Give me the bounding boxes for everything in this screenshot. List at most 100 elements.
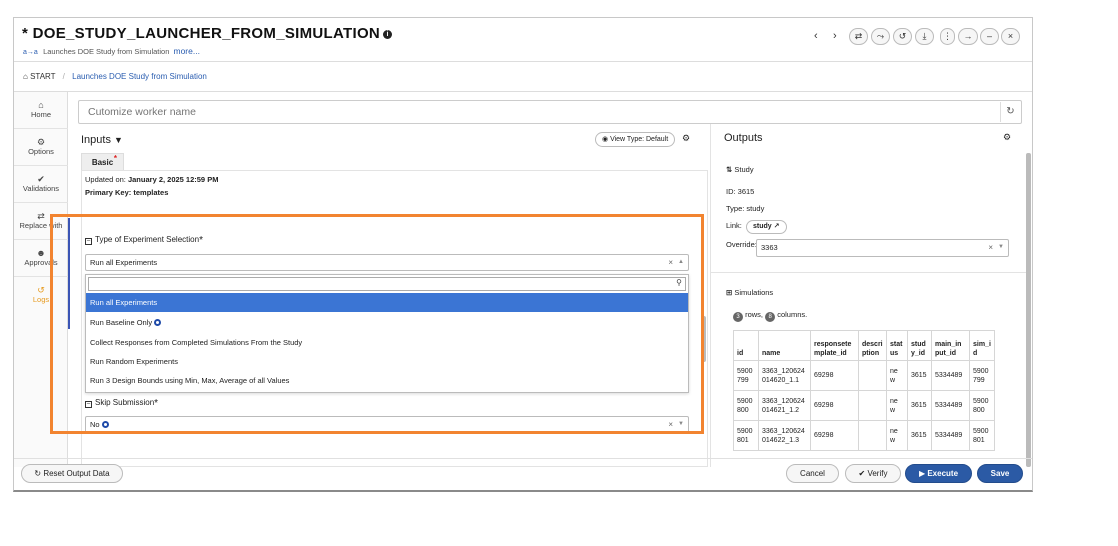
user-icon: ☻ (36, 248, 46, 258)
caret-down-icon[interactable]: ▼ (998, 240, 1004, 255)
column-header[interactable]: responsete mplate_id (810, 330, 859, 361)
check-icon: ✔ (37, 174, 45, 184)
table-header-row: id name responsete mplate_id descri ptio… (733, 330, 995, 361)
table-cell: ne w (886, 420, 908, 451)
info-icon[interactable] (101, 421, 109, 428)
table-cell (858, 420, 887, 451)
next-arrow-icon[interactable]: › (833, 30, 837, 42)
view-type-button[interactable]: ◉ View Type: Default (595, 132, 676, 147)
column-header[interactable]: stud y_id (907, 330, 932, 361)
nav-replace-with[interactable]: ⇄ Replace with (14, 203, 68, 240)
outputs-settings-icon[interactable]: ⚙ (1003, 132, 1011, 143)
collapse-icon[interactable]: – (85, 238, 92, 245)
minimize-button[interactable]: – (980, 28, 999, 45)
worker-name-input[interactable] (78, 100, 1022, 124)
table-cell: 3363_120624 014621_1.2 (758, 390, 811, 421)
inputs-scrollbar[interactable] (702, 316, 706, 362)
clear-icon[interactable]: × (668, 417, 673, 432)
nav-options[interactable]: ⚙ Options (14, 129, 68, 166)
caret-up-icon[interactable]: ▲ (678, 255, 684, 270)
column-header[interactable]: stat us (886, 330, 908, 361)
table-cell: 5900 799 (969, 360, 995, 391)
study-link-button[interactable]: study ↗ (746, 220, 787, 234)
execute-button[interactable]: ▶ Execute (905, 464, 972, 483)
more-menu-button[interactable]: ⋮ (940, 28, 955, 45)
updated-on-text: Updated on: January 2, 2025 12:59 PM (85, 175, 219, 184)
more-link[interactable]: more... (174, 46, 200, 56)
shuffle-button[interactable]: ⤳ (871, 28, 890, 45)
tab-basic[interactable]: Basic * (81, 153, 124, 170)
option-run-random[interactable]: Run Random Experiments (86, 352, 688, 371)
experiment-type-dropdown: ⚲ Run all Experiments Run Baseline Only … (85, 274, 689, 393)
info-icon[interactable] (154, 319, 162, 326)
type-of-experiment-label[interactable]: – Type of Experiment Selection* (85, 235, 203, 246)
table-cell: 5900 801 (969, 420, 995, 451)
table-row[interactable]: 5900 799 3363_120624 014620_1.1 69298 ne… (733, 360, 995, 391)
outputs-separator (710, 272, 1026, 273)
inputs-settings-icon[interactable]: ⚙ (682, 133, 690, 144)
save-button[interactable]: Save (977, 464, 1023, 483)
undo-button[interactable]: ↺ (893, 28, 912, 45)
dropdown-search-input[interactable] (88, 277, 686, 291)
section-accent-bar (68, 218, 70, 329)
cancel-button[interactable]: Cancel (786, 464, 839, 483)
home-icon[interactable]: ⌂ (23, 72, 28, 81)
download-button[interactable]: ⤓ (915, 28, 934, 45)
table-cell: 3363_120624 014620_1.1 (758, 360, 811, 391)
breadcrumb-start[interactable]: START (30, 72, 55, 81)
table-row[interactable]: 5900 801 3363_120624 014622_1.3 69298 ne… (733, 420, 995, 451)
swap-button[interactable]: ⇄ (849, 28, 868, 45)
previous-arrow-icon[interactable]: ‹ (814, 30, 818, 42)
worker-type-icon: a→a (23, 49, 38, 56)
refresh-icon[interactable]: ↻ (1000, 102, 1020, 122)
clear-icon[interactable]: × (988, 240, 993, 255)
nav-approvals[interactable]: ☻ Approvals (14, 240, 68, 277)
page-subtitle: a→a Launches DOE Study from Simulation m… (23, 46, 200, 56)
left-nav: ⌂ Home ⚙ Options ✔ Validations ⇄ Replace wit… (14, 92, 68, 467)
sort-icon: ⇅ (726, 165, 733, 174)
collapse-icon[interactable]: – (85, 401, 92, 408)
row-count-badge: 3 (733, 312, 743, 322)
study-id: ID: 3615 (726, 187, 755, 196)
table-icon: ⊞ (726, 288, 733, 297)
home-icon: ⌂ (38, 100, 44, 110)
footer-divider (14, 458, 1032, 459)
table-cell: 5900 799 (733, 360, 759, 391)
primary-key-text: Primary Key: templates (85, 188, 169, 197)
skip-submission-select[interactable]: No × ▼ (85, 416, 689, 433)
column-header[interactable]: sim_i d (969, 330, 995, 361)
override-label: Override: (726, 240, 757, 249)
skip-submission-label[interactable]: – Skip Submission* (85, 398, 158, 409)
column-header[interactable]: descri ption (858, 330, 887, 361)
table-cell: 5900 801 (733, 420, 759, 451)
experiment-type-select[interactable]: Run all Experiments × ▲ (85, 254, 689, 271)
caret-down-icon[interactable]: ▼ (678, 417, 684, 432)
reset-output-button[interactable]: ↻ Reset Output Data (21, 464, 123, 483)
outputs-scrollbar[interactable] (1026, 153, 1031, 467)
nav-validations[interactable]: ✔ Validations (14, 166, 68, 203)
table-cell: 5334489 (931, 420, 970, 451)
column-header[interactable]: id (733, 330, 759, 361)
eye-icon: ◉ (602, 136, 609, 143)
outputs-title: Outputs (724, 132, 763, 144)
caret-down-icon[interactable]: ▼ (114, 135, 123, 145)
column-header[interactable]: name (758, 330, 811, 361)
nav-logs[interactable]: ↺ Logs (14, 277, 68, 314)
verify-button[interactable]: ✔ Verify (845, 464, 901, 483)
study-type: Type: study (726, 204, 765, 213)
option-run-all[interactable]: Run all Experiments (86, 293, 688, 312)
breadcrumb-current[interactable]: Launches DOE Study from Simulation (72, 72, 207, 81)
option-collect-responses[interactable]: Collect Responses from Completed Simulat… (86, 333, 688, 352)
nav-home[interactable]: ⌂ Home (14, 92, 68, 129)
clear-icon[interactable]: × (668, 255, 673, 270)
inputs-title[interactable]: Inputs ▼ (81, 134, 123, 146)
close-button[interactable]: × (1001, 28, 1020, 45)
table-cell: 69298 (810, 390, 859, 421)
info-icon[interactable]: i (383, 29, 393, 39)
column-header[interactable]: main_in put_id (931, 330, 970, 361)
option-run-baseline[interactable]: Run Baseline Only (86, 313, 688, 332)
forward-button[interactable]: → (958, 28, 978, 45)
option-design-bounds[interactable]: Run 3 Design Bounds using Min, Max, Aver… (86, 371, 688, 390)
table-row[interactable]: 5900 800 3363_120624 014621_1.2 69298 ne… (733, 390, 995, 421)
override-select[interactable]: 3363 × ▼ (756, 239, 1009, 257)
